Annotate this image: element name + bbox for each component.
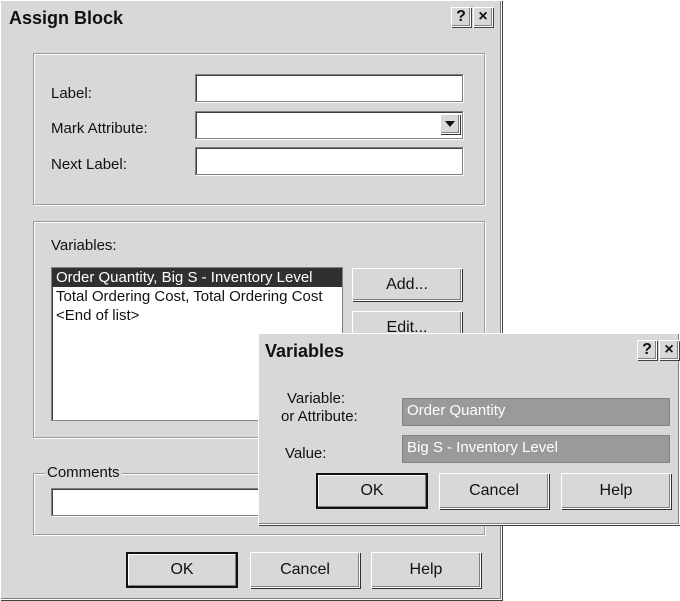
help-button[interactable]: Help — [371, 552, 481, 588]
next-label-caption: Next Label: — [51, 156, 127, 173]
variables-cancel-button[interactable]: Cancel — [439, 473, 549, 509]
list-item[interactable]: Order Quantity, Big S - Inventory Level — [52, 268, 342, 287]
variables-ok-button[interactable]: OK — [316, 473, 428, 509]
variable-caption-line1: Variable: — [287, 390, 346, 407]
ok-button[interactable]: OK — [126, 552, 238, 588]
variable-caption-line2: or Attribute: — [281, 408, 358, 425]
variables-help-button[interactable]: Help — [561, 473, 671, 509]
help-icon[interactable]: ? — [637, 340, 657, 360]
mark-attribute-select[interactable] — [195, 111, 463, 139]
label-caption: Label: — [51, 85, 92, 102]
value-caption: Value: — [285, 445, 327, 462]
label-field[interactable] — [195, 74, 463, 102]
variables-title-bar[interactable]: Variables ? × — [261, 336, 679, 366]
add-button[interactable]: Add... — [352, 268, 462, 301]
comments-caption: Comments — [45, 464, 122, 481]
close-icon[interactable]: × — [659, 340, 679, 360]
close-icon[interactable]: × — [473, 7, 493, 27]
list-item[interactable]: <End of list> — [52, 306, 342, 325]
next-label-field[interactable] — [195, 147, 463, 175]
variables-caption: Variables: — [51, 237, 117, 254]
dialog-title: Assign Block — [9, 7, 124, 28]
variable-field[interactable]: Order Quantity — [402, 398, 670, 426]
list-item[interactable]: Total Ordering Cost, Total Ordering Cost — [52, 287, 342, 306]
variables-dialog: Variables ? × Variable: or Attribute: Or… — [258, 333, 680, 525]
help-icon[interactable]: ? — [451, 7, 471, 27]
variables-dialog-title: Variables — [265, 340, 345, 361]
cancel-button[interactable]: Cancel — [250, 552, 360, 588]
title-bar[interactable]: Assign Block ? × — [3, 3, 499, 33]
dropdown-arrow-icon[interactable] — [440, 114, 460, 134]
value-field[interactable]: Big S - Inventory Level — [402, 435, 670, 463]
mark-attribute-caption: Mark Attribute: — [51, 120, 148, 137]
